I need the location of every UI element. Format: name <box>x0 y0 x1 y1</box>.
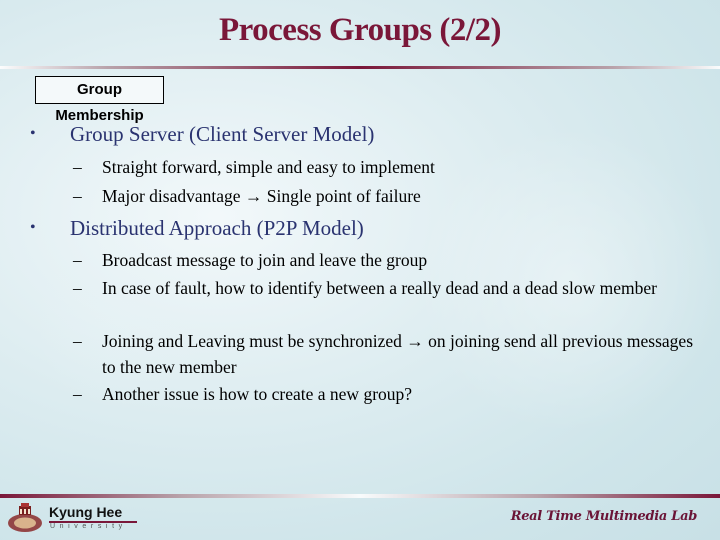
bullet-text: Group Server (Client Server Model) <box>70 122 375 146</box>
dash-icon: – <box>73 157 82 177</box>
bullet-icon: • <box>30 125 36 142</box>
university-name: Kyung Hee <box>49 504 123 520</box>
section-label: Group Membership <box>35 76 164 124</box>
dash-icon: – <box>73 278 82 298</box>
sub-bullet-text: Major disadvantage → Single point of fai… <box>102 186 421 206</box>
sub-bullet-text: In case of fault, how to identify betwee… <box>102 278 657 298</box>
university-emblem-icon <box>8 503 42 532</box>
sub-bullet-text: Another issue is how to create a new gro… <box>102 384 413 404</box>
title-divider <box>0 66 720 69</box>
sub-bullet-text: Broadcast message to join and leave the … <box>102 250 428 270</box>
dash-icon: – <box>73 250 82 270</box>
dash-icon: – <box>73 186 82 206</box>
slide-title: Process Groups (2/2) <box>218 12 502 48</box>
lab-name: Real Time Multimedia Lab <box>510 509 698 524</box>
sub-bullet-text: Joining and Leaving must be synchronized… <box>102 331 694 377</box>
bullet-text: Distributed Approach (P2P Model) <box>70 216 364 240</box>
dash-icon: – <box>73 331 82 351</box>
sub-bullet-text: Straight forward, simple and easy to imp… <box>102 157 435 177</box>
university-subtitle: University <box>50 523 127 530</box>
footer-divider <box>0 494 720 498</box>
bullet-icon: • <box>30 219 36 236</box>
university-logo: Kyung Hee University <box>6 502 137 534</box>
dash-icon: – <box>73 384 82 404</box>
